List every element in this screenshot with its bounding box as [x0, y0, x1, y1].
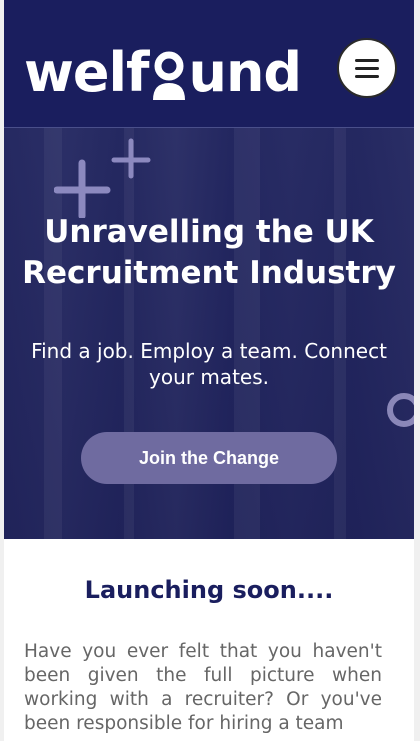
hamburger-menu-icon — [355, 54, 379, 83]
logo-text-suffix: und — [188, 41, 303, 104]
launch-section: Launching soon.... Have you ever felt th… — [4, 540, 414, 741]
welfound-logo[interactable]: welf und — [24, 30, 303, 104]
ring-decoration-icon — [387, 393, 414, 427]
hero-subtitle: Find a job. Employ a team. Connect your … — [31, 339, 387, 389]
menu-button[interactable] — [337, 38, 397, 98]
hero-title: Unravelling the UK Recruitment Industry — [22, 214, 396, 291]
logo-person-icon — [149, 46, 189, 100]
section-heading: Launching soon.... — [84, 576, 334, 604]
plus-decoration-icon — [54, 138, 151, 218]
page: welf und Unravelling the UK Recruitment … — [4, 0, 414, 741]
intro-paragraph: Have you ever felt that you haven't been… — [24, 641, 382, 734]
join-the-change-button[interactable]: Join the Change — [81, 432, 337, 484]
site-header: welf und — [4, 0, 414, 128]
logo-text-prefix: welf — [24, 41, 150, 104]
hero-section: Unravelling the UK Recruitment Industry … — [4, 128, 414, 539]
